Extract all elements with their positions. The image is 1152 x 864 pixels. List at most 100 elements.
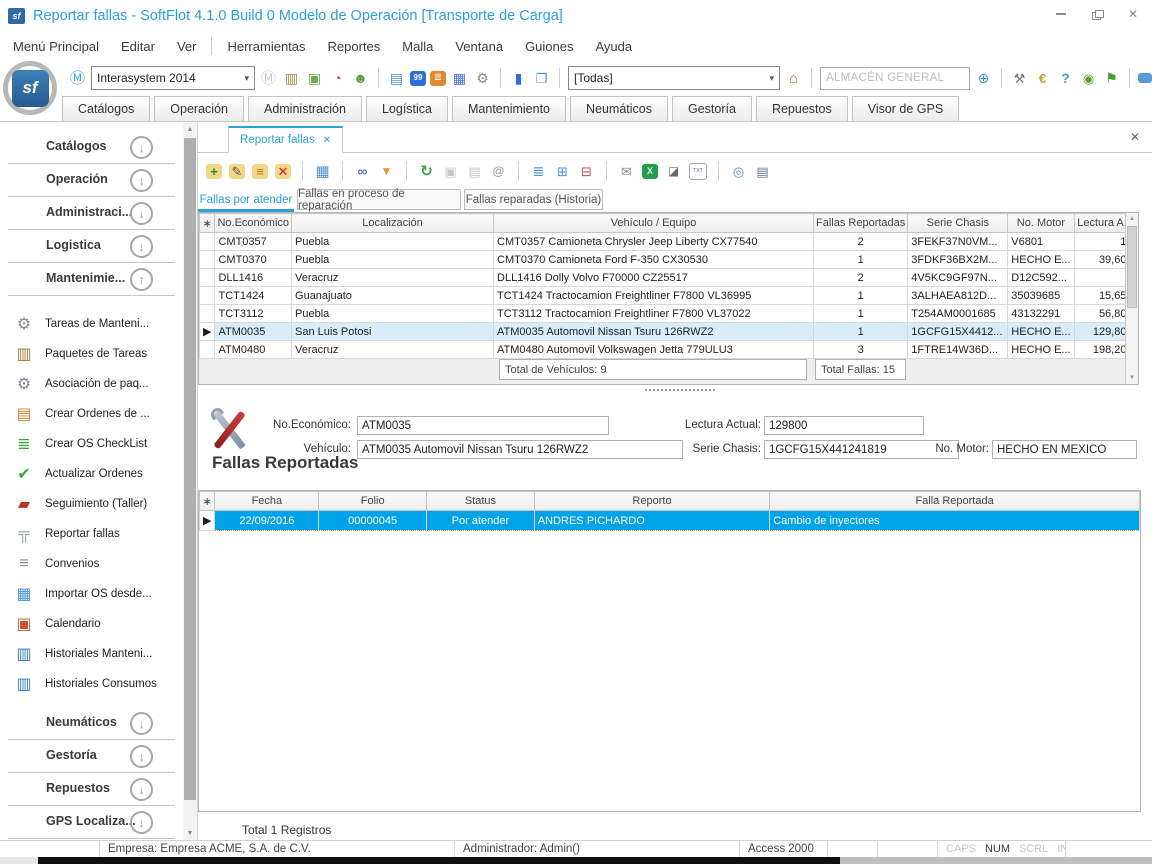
subtab-fallas-por-atender[interactable]: Fallas por atender [198, 189, 294, 210]
sidebar-item-historiales-consumos[interactable]: ▥Historiales Consumos [0, 669, 183, 699]
tab-reportar-fallas[interactable]: Reportar fallas ✕ [228, 126, 343, 153]
sidebar-item-asociaci-n-de-paq[interactable]: ⚙Asociación de paq... [0, 369, 183, 399]
menu-item-ayuda[interactable]: Ayuda [584, 34, 643, 58]
email-icon[interactable]: ✉ [618, 162, 635, 181]
refresh-icon[interactable]: ↻ [418, 162, 435, 181]
coins-icon[interactable]: € [1033, 69, 1052, 88]
panel-close-icon[interactable]: ✕ [1130, 130, 1140, 144]
globe-icon[interactable]: ⊕ [974, 69, 993, 88]
tree-collapse-icon[interactable]: ⊟ [578, 162, 595, 181]
add-record-icon[interactable]: + [206, 164, 222, 179]
column-header-reporto[interactable]: Reporto [534, 492, 769, 511]
cascade-windows-icon[interactable]: ❐ [532, 69, 551, 88]
records-icon[interactable]: ≡ [252, 164, 268, 179]
falla-row[interactable]: ▶22/09/201600000045Por atenderANDRES PIC… [200, 511, 1140, 531]
bug-icon[interactable]: ◉ [1079, 69, 1098, 88]
chevron-down-icon[interactable]: ↓ [130, 778, 153, 801]
chat-icon[interactable] [1138, 73, 1152, 83]
sidebar-item-reportar-fallas[interactable]: ╦Reportar fallas [0, 519, 183, 549]
print-preview-icon[interactable]: ◎ [730, 162, 747, 181]
delete-record-icon[interactable]: ✕ [275, 164, 291, 179]
chevron-down-icon[interactable]: ↓ [130, 169, 153, 192]
new-document-icon[interactable]: ▤ [387, 69, 406, 88]
menu-item-guiones[interactable]: Guiones [514, 34, 584, 58]
excel-export-icon[interactable]: X [642, 164, 658, 179]
splitter-handle[interactable] [645, 387, 715, 391]
chevron-down-icon[interactable]: ↓ [130, 745, 153, 768]
vehicle-row[interactable]: ATM0480VeracruzATM0480 Automovil Volkswa… [200, 341, 1137, 359]
scroll-down-icon[interactable]: ▼ [1126, 372, 1138, 384]
vehicle-row[interactable]: CMT0370PueblaCMT0370 Camioneta Ford F-35… [200, 251, 1137, 269]
chevron-up-icon[interactable]: ↑ [130, 268, 153, 291]
vehicle-row[interactable]: ▶ATM0035San Luis PotosiATM0035 Automovil… [200, 323, 1137, 341]
close-button[interactable]: ✕ [1122, 4, 1144, 24]
sidebar-group-operaci-n[interactable]: Operación↓ [0, 168, 183, 194]
settings-gear-icon[interactable]: ⚙ [473, 69, 492, 88]
sidebar-item-calendario[interactable]: ▣Calendario [0, 609, 183, 639]
grid-view-icon[interactable]: ▦ [314, 162, 331, 181]
column-header-no-econ-mico[interactable]: No.Económico [215, 214, 292, 233]
module-tab-administraci-n[interactable]: Administración [248, 96, 362, 121]
tree-expand-icon[interactable]: ⊞ [554, 162, 571, 181]
module-tab-operaci-n[interactable]: Operación [154, 96, 244, 121]
sidebar-group-mantenimie-[interactable]: Mantenimie...↑ [0, 267, 183, 293]
gauge-icon[interactable]: ◔ [328, 69, 347, 88]
column-header-veh-culo-equipo[interactable]: Vehículo / Equipo [494, 214, 814, 233]
column-header-fallas-reportadas[interactable]: Fallas Reportadas [814, 214, 908, 233]
clipboard-icon[interactable]: ≣ [430, 71, 446, 86]
help-icon[interactable]: ? [1056, 69, 1075, 88]
vehicle-row[interactable]: CMT0357PueblaCMT0357 Camioneta Chrysler … [200, 233, 1137, 251]
sidebar-item-importar-os-desde[interactable]: ▦Importar OS desde... [0, 579, 183, 609]
vehicle-row[interactable]: TCT3112PueblaTCT3112 Tractocamion Freigh… [200, 305, 1137, 323]
print-icon[interactable]: ▤ [754, 162, 771, 181]
chevron-down-icon[interactable]: ↓ [130, 136, 153, 159]
module-tab-visor-de-gps[interactable]: Visor de GPS [852, 96, 960, 121]
tab-close-icon[interactable]: ✕ [323, 135, 331, 146]
column-header-no-motor[interactable]: No. Motor [1008, 214, 1074, 233]
sidebar-item-actualizar-ordenes[interactable]: ✔Actualizar Ordenes [0, 459, 183, 489]
menu-item-malla[interactable]: Malla [391, 34, 444, 58]
column-header-localizaci-n[interactable]: Localización [292, 214, 494, 233]
home-icon[interactable]: ⌂ [784, 69, 803, 88]
menu-item-ventana[interactable]: Ventana [444, 34, 514, 58]
vehicle-row[interactable]: DLL1416VeracruzDLL1416 Dolly Volvo F7000… [200, 269, 1137, 287]
column-header-status[interactable]: Status [427, 492, 535, 511]
report-export-icon[interactable]: ◪ [665, 162, 682, 181]
image-icon[interactable]: ▣ [305, 69, 324, 88]
chevron-down-icon[interactable]: ↓ [130, 811, 153, 834]
vehicle-row[interactable]: TCT1424GuanajuatoTCT1424 Tractocamion Fr… [200, 287, 1137, 305]
module-tab-gestor-a[interactable]: Gestoría [672, 96, 752, 121]
sidebar-group-cat-logos[interactable]: Catálogos↓ [0, 135, 183, 161]
sidebar-item-crear-os-checklist[interactable]: ≣Crear OS CheckList [0, 429, 183, 459]
sidebar-group-logistica[interactable]: Logistica↓ [0, 234, 183, 260]
module-tab-mantenimiento[interactable]: Mantenimiento [452, 96, 566, 121]
users-icon[interactable]: ☻ [351, 69, 370, 88]
table-icon[interactable]: ▦ [450, 69, 469, 88]
audit-tools-icon[interactable]: ⚒ [1010, 69, 1029, 88]
restore-button[interactable] [1086, 4, 1108, 24]
tree-list-icon[interactable]: ≣ [530, 162, 547, 181]
sidebar-group-repuestos[interactable]: Repuestos↓ [0, 777, 183, 803]
txt-export-icon[interactable]: TXT [689, 163, 707, 180]
menu-item-ver[interactable]: Ver [166, 34, 208, 58]
menu-item-men-principal[interactable]: Menú Principal [2, 34, 110, 58]
menu-item-herramientas[interactable]: Herramientas [216, 34, 316, 58]
module-tab-log-stica[interactable]: Logística [366, 96, 448, 121]
sidebar-item-seguimiento-taller[interactable]: ▰Seguimiento (Taller) [0, 489, 183, 519]
menu-item-editar[interactable]: Editar [110, 34, 166, 58]
batch-99-icon[interactable]: 99 [410, 71, 426, 86]
sidebar-group-neum-ticos[interactable]: Neumáticos↓ [0, 711, 183, 737]
sidebar-item-convenios[interactable]: ≡Convenios [0, 549, 183, 579]
module-tab-repuestos[interactable]: Repuestos [756, 96, 848, 121]
lectura-actual-field[interactable]: 129800 [764, 416, 924, 435]
sidebar-item-crear-ordenes-de[interactable]: ▤Crear Ordenes de ... [0, 399, 183, 429]
m-disabled-icon[interactable]: Ⓜ [259, 69, 278, 88]
company-combobox[interactable]: Interasystem 2014▾ [91, 66, 255, 90]
column-header-fecha[interactable]: Fecha [215, 492, 319, 511]
sidebar-group-gestor-a[interactable]: Gestoría↓ [0, 744, 183, 770]
grid-scrollbar[interactable]: ▲ ▼ [1125, 213, 1138, 384]
vehiculo-field[interactable]: ATM0035 Automovil Nissan Tsuru 126RWZ2 [357, 440, 683, 459]
minimize-button[interactable] [1050, 4, 1072, 24]
sidebar-scrollbar[interactable]: ▲ ▼ [183, 123, 197, 840]
chevron-down-icon[interactable]: ↓ [130, 235, 153, 258]
